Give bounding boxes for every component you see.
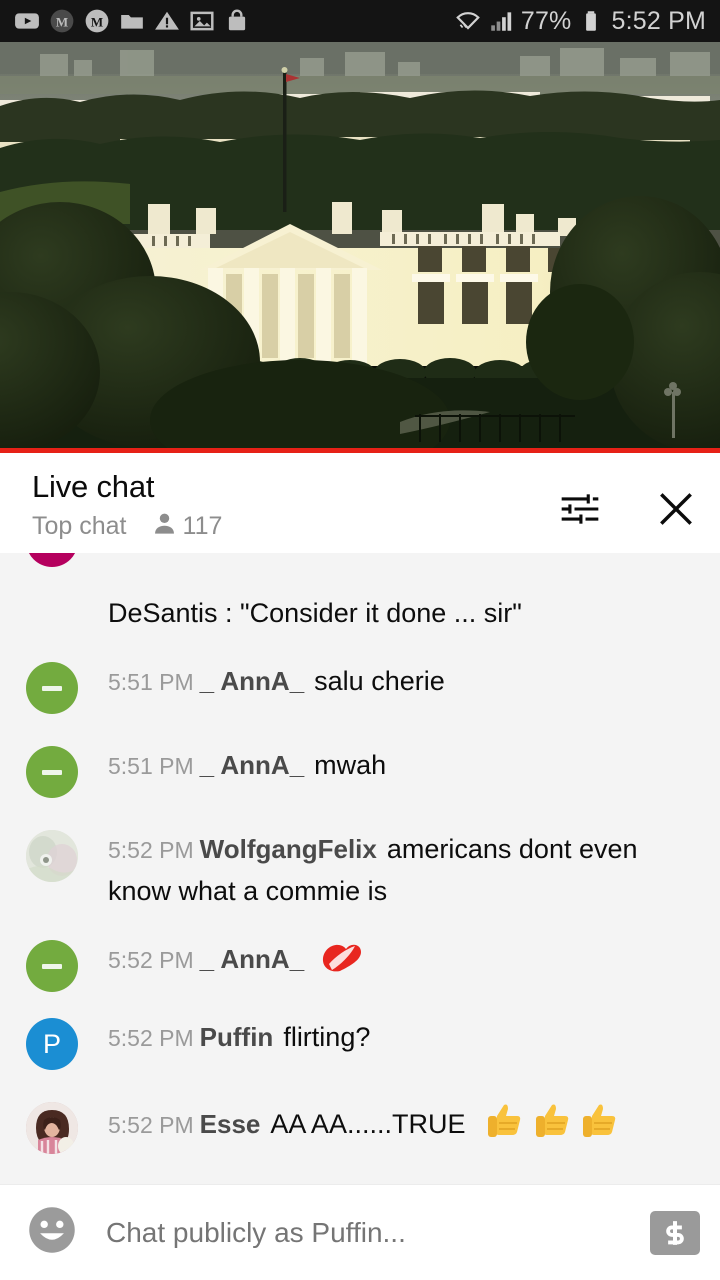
svg-text:M: M [91,14,103,29]
m-filled-icon: M [49,8,75,34]
table-row[interactable]: P 5:52 PM Puffin flirting? [0,1014,720,1070]
table-row[interactable]: 5:51 PM _ AnnA_ mwah [0,742,720,798]
message-timestamp: 5:51 PM [108,669,194,695]
avatar[interactable] [26,553,78,567]
avatar-photo [26,1102,78,1154]
table-row[interactable]: 5:52 PM Esse AA AA......TRUE [0,1098,720,1154]
message-text: salu cherie [314,666,445,696]
kiss-mark-emoji [320,940,364,986]
avatar[interactable] [26,940,78,992]
message-text: mwah [314,750,387,780]
message-text: flirting? [283,1022,371,1052]
table-row[interactable]: 5:51 PM _ AnnA_ salu cherie [0,658,720,714]
image-icon [189,8,215,34]
chat-header-actions [558,467,698,531]
message-body: 5:52 PM WolfgangFelix americans dont even … [108,826,698,912]
table-row[interactable]: 5:52 PM WolfgangFelix americans dont even … [0,826,720,912]
bag-icon [224,8,250,34]
message-timestamp: 5:52 PM [108,947,194,973]
avatar[interactable] [26,1102,78,1154]
video-player[interactable] [0,42,720,452]
page-title: Live chat [32,469,155,504]
m-outline-icon: M [84,8,110,34]
wifi-icon [455,8,481,34]
avatar[interactable] [26,830,78,882]
message-author[interactable]: Esse [200,1109,261,1139]
cell-signal-icon [488,8,514,34]
status-bar-notification-icons: M M [14,8,250,34]
message-author[interactable]: _ AnnA_ [200,750,305,780]
viewer-count-label: 117 [182,512,223,540]
message-timestamp: 5:52 PM [108,837,194,863]
thumbs-up-emoji [485,1101,525,1151]
message-body: 5:52 PM Esse AA AA......TRUE [108,1098,620,1151]
message-body: 5:51 PM _ AnnA_ salu cherie [108,658,445,703]
message-body: 5:51 PM _ AnnA_ mwah [108,742,386,787]
message-timestamp: 5:52 PM [108,1025,194,1051]
folder-icon [119,8,145,34]
chat-message-list[interactable]: you will be looking after the Southern B… [0,553,720,1184]
message-text: AA AA......TRUE [270,1109,466,1139]
battery-percent-label: 77% [520,6,572,35]
svg-text:M: M [56,14,68,29]
avatar[interactable] [26,746,78,798]
avatar[interactable] [26,662,78,714]
message-author[interactable]: _ AnnA_ [200,666,305,696]
youtube-icon [14,8,40,34]
table-row[interactable]: 5:52 PM _ AnnA_ [0,936,720,992]
message-timestamp: 5:52 PM [108,1112,194,1138]
thumbs-up-emoji-group [477,1104,620,1139]
search-input[interactable] [106,1216,636,1249]
message-author[interactable]: _ AnnA_ [200,944,305,974]
person-icon [151,510,178,542]
white-house-scene [0,42,720,452]
message-author[interactable]: WolfgangFelix [200,834,377,864]
thumbs-up-emoji [533,1101,573,1151]
table-row[interactable]: you will be looking after the Southern B… [0,553,720,595]
battery-icon [578,8,604,34]
avatar-dash-glyph [42,963,62,969]
chat-header-titles: Live chat Top chat 117 [32,467,222,542]
avatar[interactable]: P [26,1018,78,1070]
avatar-photo [26,830,78,882]
viewer-count-group: 117 [151,510,223,542]
message-author[interactable]: Puffin [200,1022,274,1052]
dollar-icon[interactable] [650,1210,700,1255]
message-body: 5:52 PM _ AnnA_ [108,936,364,986]
live-chat-header: Live chat Top chat 117 [0,453,720,553]
clock-label: 5:52 PM [611,6,706,35]
chat-mode-label[interactable]: Top chat [32,510,127,542]
message-body: 5:52 PM Puffin flirting? [108,1014,370,1059]
warning-icon [154,8,180,34]
table-row-continued[interactable]: DeSantis : "Consider it done ... sir" [0,593,720,634]
status-bar-system-icons: 77% 5:52 PM [455,7,706,36]
message-timestamp: 5:51 PM [108,753,194,779]
thumbs-up-emoji [580,1101,620,1151]
phone-screen: M M 77% 5:52 PM Live chat Top chat 117 D… [0,0,720,1280]
status-bar: M M 77% 5:52 PM [0,0,720,42]
avatar-dash-glyph [42,769,62,775]
tune-icon[interactable] [558,487,602,531]
message-text: DeSantis : "Consider it done ... sir" [108,598,522,628]
avatar-dash-glyph [42,685,62,691]
close-icon[interactable] [654,487,698,531]
message-body: DeSantis : "Consider it done ... sir" [108,593,522,634]
chat-composer [0,1184,720,1280]
chat-header-subline: Top chat 117 [32,510,222,542]
emoji-smiley-icon[interactable] [26,1204,78,1261]
